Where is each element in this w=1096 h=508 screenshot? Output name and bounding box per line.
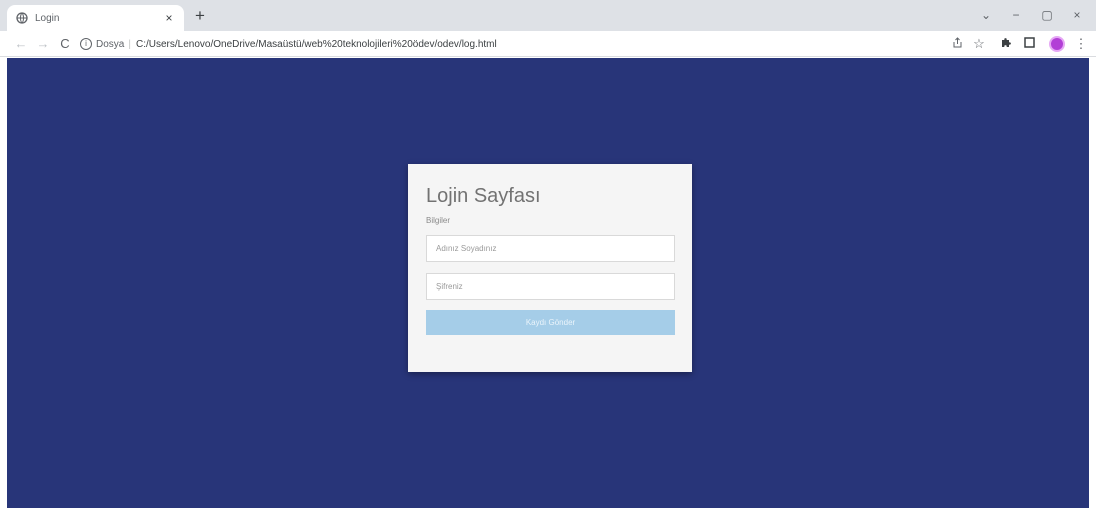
- submit-button[interactable]: Kaydı Gönder: [426, 310, 675, 335]
- page-title: Lojin Sayfası: [426, 185, 541, 207]
- tab-title: Login: [35, 12, 60, 24]
- close-window-button[interactable]: ×: [1066, 6, 1088, 24]
- login-card: Lojin Sayfası Bilgiler Kaydı Gönder: [408, 164, 692, 372]
- restore-button[interactable]: ▢: [1036, 6, 1058, 24]
- omnibox-separator: |: [128, 38, 131, 50]
- page-background: Lojin Sayfası Bilgiler Kaydı Gönder: [7, 58, 1089, 508]
- minimize-button[interactable]: −: [1005, 6, 1027, 24]
- profile-avatar[interactable]: [1049, 36, 1065, 52]
- info-icon[interactable]: i: [80, 38, 92, 50]
- new-tab-button[interactable]: +: [191, 7, 209, 25]
- menu-icon[interactable]: ⋮: [1072, 35, 1090, 53]
- name-input[interactable]: [426, 235, 675, 262]
- address-bar[interactable]: i Dosya | C:/Users/Lenovo/OneDrive/Masaü…: [80, 34, 940, 54]
- sidepanel-icon[interactable]: [1020, 35, 1038, 53]
- extensions-icon[interactable]: [996, 35, 1014, 53]
- reload-button[interactable]: C: [56, 35, 74, 53]
- forward-button[interactable]: →: [34, 35, 52, 53]
- browser-toolbar: ← → C i Dosya | C:/Users/Lenovo/OneDrive…: [0, 31, 1096, 57]
- browser-tab[interactable]: Login ×: [7, 5, 184, 31]
- globe-icon: [16, 12, 28, 24]
- section-label: Bilgiler: [426, 216, 451, 225]
- security-chip[interactable]: Dosya: [96, 39, 124, 50]
- star-icon[interactable]: ☆: [970, 35, 988, 53]
- tab-search-icon[interactable]: ⌄: [975, 6, 997, 24]
- back-button[interactable]: ←: [12, 35, 30, 53]
- url-text[interactable]: C:/Users/Lenovo/OneDrive/Masaüstü/web%20…: [136, 39, 497, 50]
- password-input[interactable]: [426, 273, 675, 300]
- close-tab-icon[interactable]: ×: [162, 11, 176, 25]
- tab-strip: Login × + ⌄ − ▢ ×: [0, 0, 1096, 31]
- share-icon[interactable]: [948, 35, 966, 53]
